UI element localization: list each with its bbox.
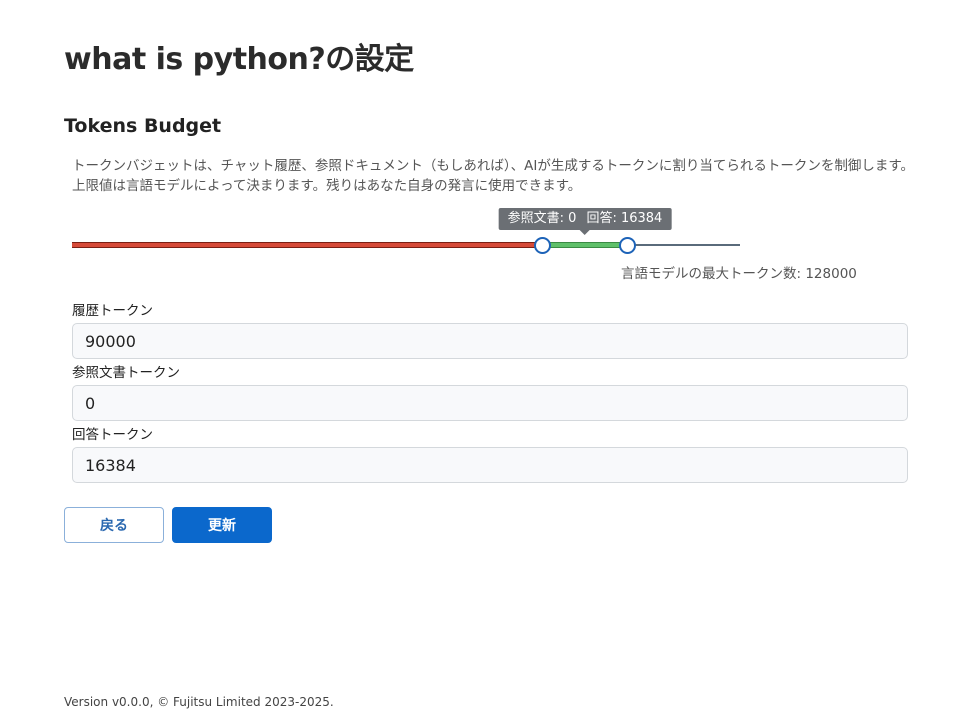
answer-tokens-label: 回答トークン	[72, 427, 153, 443]
slider-history-segment	[72, 242, 542, 248]
footer-version: Version v0.0.0, © Fujitsu Limited 2023-2…	[64, 695, 334, 709]
update-button[interactable]: 更新	[172, 507, 272, 543]
slider-reference-segment	[542, 242, 627, 248]
reference-tokens-input[interactable]	[72, 385, 908, 421]
tokens-budget-heading: Tokens Budget	[64, 115, 222, 137]
max-tokens-label: 言語モデルの最大トークン数: 128000	[621, 266, 857, 282]
reference-tokens-label: 参照文書トークン	[72, 365, 180, 381]
tooltip-answer-value: 回答: 16384	[586, 211, 663, 226]
tokens-budget-description: トークンバジェットは、チャット履歴、参照ドキュメント（もしあれば）、AIが生成す…	[72, 158, 914, 194]
answer-tokens-input[interactable]	[72, 447, 908, 483]
history-tokens-label: 履歴トークン	[72, 303, 153, 319]
slider-handle-history[interactable]	[533, 237, 551, 254]
slider-handle-reference[interactable]	[618, 237, 636, 254]
page-title: what is python?の設定	[64, 42, 414, 77]
back-button[interactable]: 戻る	[64, 507, 164, 543]
history-tokens-input[interactable]	[72, 323, 908, 359]
slider-tooltip: 参照文書: 0 回答: 16384	[498, 208, 672, 235]
tooltip-reference-value: 参照文書: 0	[507, 211, 577, 226]
